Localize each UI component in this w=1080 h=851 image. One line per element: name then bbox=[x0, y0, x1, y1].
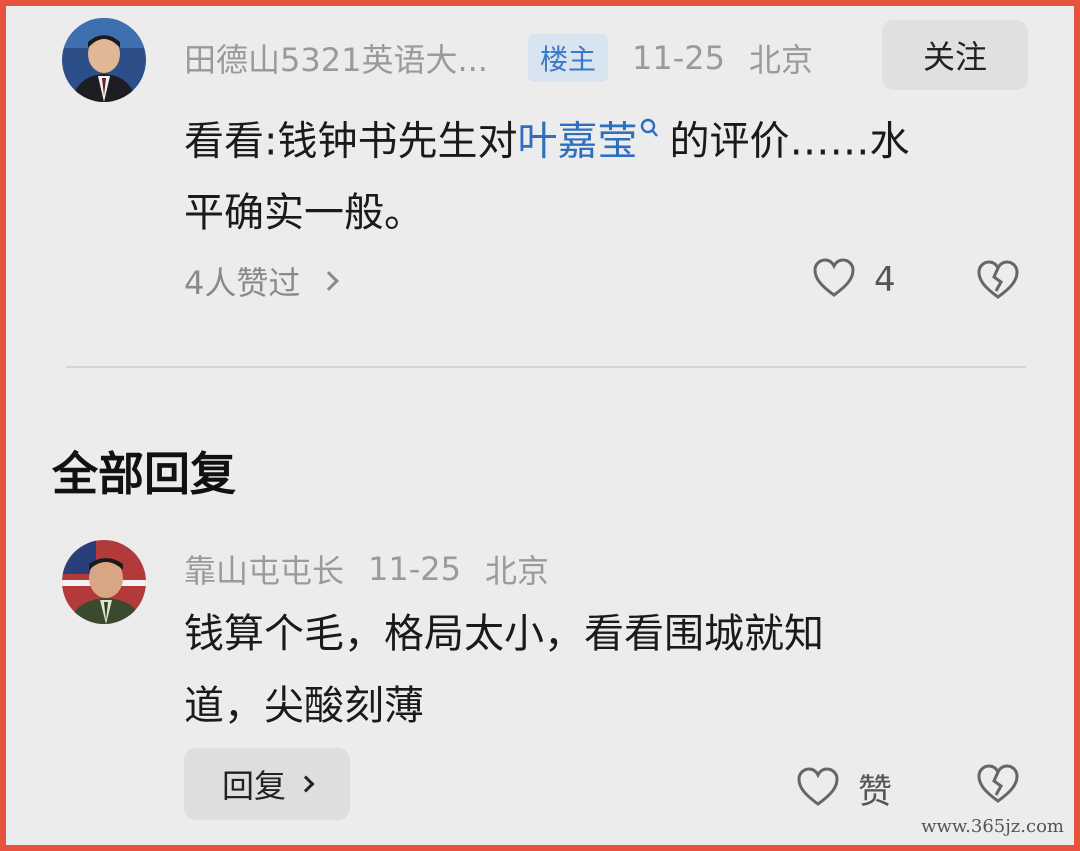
topic-link[interactable]: 叶嘉莹 bbox=[517, 118, 637, 164]
reply-dislike-button[interactable] bbox=[976, 764, 1020, 808]
follow-button[interactable]: 关注 bbox=[882, 20, 1028, 90]
heart-icon bbox=[796, 766, 840, 811]
post-author-avatar[interactable] bbox=[62, 18, 146, 102]
post-like-count: 4 bbox=[874, 260, 896, 300]
post-body-line1: 看看:钱钟书先生对叶嘉莹 的评价……水 bbox=[184, 98, 1044, 177]
chevron-right-icon bbox=[319, 271, 340, 291]
likes-summary[interactable]: 4人赞过 bbox=[184, 258, 340, 304]
divider bbox=[66, 366, 1026, 368]
heart-icon bbox=[812, 258, 856, 302]
reply-body: 钱算个毛，格局太小，看看围城就知 道，尖酸刻薄 bbox=[184, 598, 1044, 742]
likes-summary-label: 4人赞过 bbox=[184, 264, 301, 302]
reply-meta: 靠山屯屯长 11-25 北京 bbox=[184, 546, 549, 592]
reply-like-button[interactable]: 赞 bbox=[796, 764, 892, 813]
broken-heart-icon bbox=[976, 260, 1020, 304]
broken-heart-icon bbox=[976, 764, 1020, 808]
post-text-before: 看看:钱钟书先生对 bbox=[184, 118, 518, 165]
post-author-name[interactable]: 田德山5321英语大... bbox=[184, 35, 488, 81]
watermark: www.365jz.com bbox=[921, 816, 1064, 837]
reply-like-label: 赞 bbox=[858, 772, 892, 812]
chevron-right-icon bbox=[297, 775, 315, 793]
reply-body-line2: 道，尖酸刻薄 bbox=[184, 683, 424, 729]
reply-author-avatar[interactable] bbox=[62, 540, 146, 624]
section-title: 全部回复 bbox=[52, 447, 236, 501]
post-location: 北京 bbox=[748, 41, 813, 79]
op-badge: 楼主 bbox=[527, 34, 608, 82]
post-body-line2: 平确实一般。 bbox=[184, 190, 424, 237]
post-meta: 田德山5321英语大... 楼主 11-25 北京 bbox=[184, 34, 813, 82]
post-like-button[interactable]: 4 bbox=[812, 258, 896, 302]
post-dislike-button[interactable] bbox=[976, 260, 1020, 304]
reply-author-name[interactable]: 靠山屯屯长 bbox=[184, 546, 344, 592]
reply-button[interactable]: 回复 bbox=[184, 748, 350, 820]
screenshot-frame: 田德山5321英语大... 楼主 11-25 北京 关注 看看:钱钟书先生对叶嘉… bbox=[0, 0, 1080, 851]
search-icon[interactable] bbox=[639, 98, 659, 170]
reply-body-line1: 钱算个毛，格局太小，看看围城就知 bbox=[184, 611, 824, 657]
post-date: 11-25 bbox=[631, 39, 725, 77]
reply-date: 11-25 bbox=[368, 550, 461, 588]
post-body: 看看:钱钟书先生对叶嘉莹 的评价……水 平确实一般。 bbox=[184, 98, 1044, 249]
reply-location: 北京 bbox=[485, 552, 550, 590]
post-text-after: 的评价……水 bbox=[669, 118, 910, 165]
reply-button-label: 回复 bbox=[221, 767, 286, 805]
